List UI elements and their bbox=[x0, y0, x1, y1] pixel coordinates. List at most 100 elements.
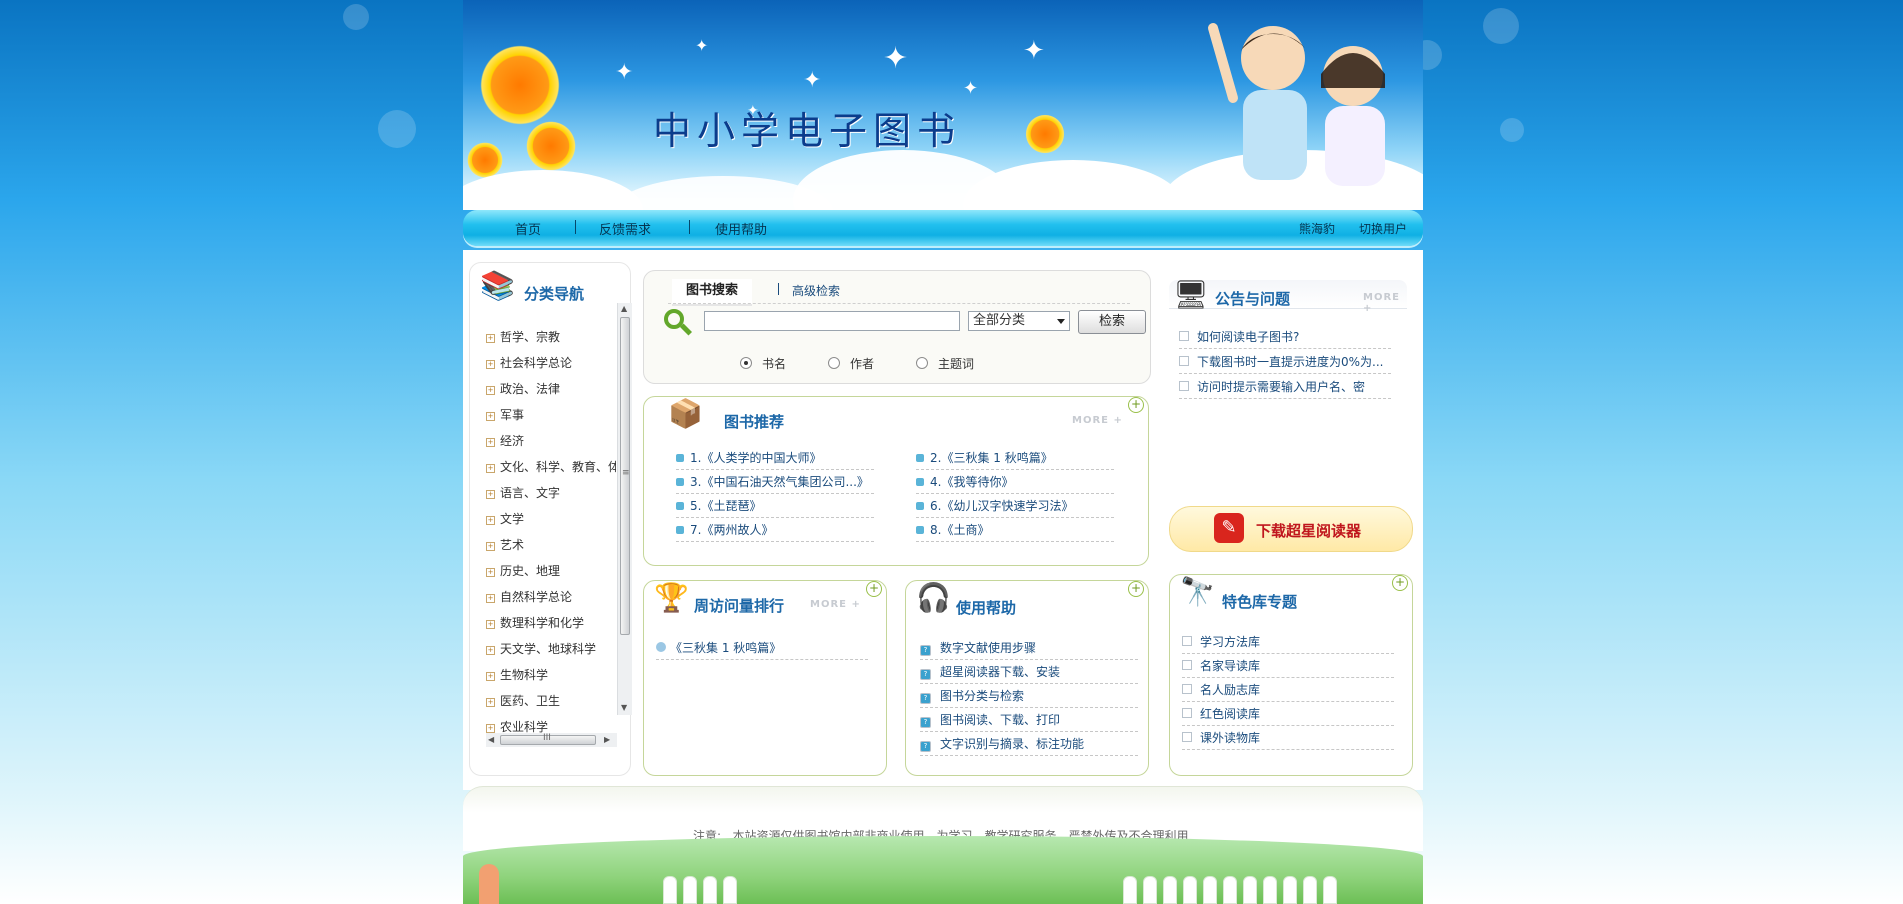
announce-item[interactable]: 访问时提示需要输入用户名、密 bbox=[1179, 378, 1391, 399]
help-item[interactable]: ? 文字识别与摘录、标注功能 bbox=[920, 735, 1138, 756]
recommend-item[interactable]: 3.《中国石油天然气集团公司...》 bbox=[676, 473, 874, 494]
download-reader-button[interactable]: ✎ 下载超星阅读器 bbox=[1169, 506, 1413, 552]
sidebar-item[interactable]: + 自然科学总论 bbox=[486, 588, 572, 605]
sidebar-item[interactable]: + 文学 bbox=[486, 510, 524, 527]
sidebar-box: 📚 分类导航 + 哲学、宗教 + 社会科学总论 + 政治、法律 + 军事 + 经济 + 文化… bbox=[469, 262, 632, 776]
announce-item[interactable]: 如何阅读电子图书? bbox=[1179, 328, 1391, 349]
recommend-item[interactable]: 1.《人类学的中国大师》 bbox=[676, 449, 874, 470]
nav-switch-user[interactable]: 切换用户 bbox=[1359, 220, 1407, 237]
weekly-more-link[interactable]: MORE + bbox=[810, 599, 861, 610]
scroll-thumb-vertical[interactable]: ≡ bbox=[620, 317, 630, 635]
tower-icon bbox=[479, 864, 499, 904]
sidebar-scrollbar-horizontal[interactable]: ◀ III ▶ bbox=[486, 733, 617, 747]
recommend-item[interactable]: 2.《三秋集 1 秋鸣篇》 bbox=[916, 449, 1114, 470]
sidebar-item[interactable]: + 社会科学总论 bbox=[486, 354, 572, 371]
announce-item-label: 下载图书时一直提示进度为0%为... bbox=[1197, 355, 1384, 369]
expand-plus-icon: + bbox=[486, 516, 495, 525]
scroll-left-icon[interactable]: ◀ bbox=[488, 735, 494, 744]
fence-post bbox=[683, 876, 697, 904]
special-item[interactable]: 名家导读库 bbox=[1182, 657, 1394, 678]
recommend-item-label: 7.《两州故人》 bbox=[690, 523, 774, 537]
special-item[interactable]: 课外读物库 bbox=[1182, 729, 1394, 750]
radio-icon[interactable] bbox=[740, 357, 752, 369]
sidebar-item[interactable]: + 历史、地理 bbox=[486, 562, 560, 579]
recommend-item-label: 5.《土琵琶》 bbox=[690, 499, 762, 513]
scroll-thumb-horizontal[interactable]: III bbox=[500, 733, 596, 745]
announce-more-link[interactable]: MORE + bbox=[1363, 292, 1407, 314]
bg-bubble bbox=[343, 4, 369, 30]
sparkle-icon: ✦ bbox=[803, 68, 822, 93]
fence-post bbox=[1243, 876, 1257, 904]
sidebar-item[interactable]: + 哲学、宗教 bbox=[486, 328, 560, 345]
expand-plus-icon: + bbox=[486, 568, 495, 577]
recommend-item-label: 4.《我等待你》 bbox=[930, 475, 1014, 489]
recommend-item[interactable]: 5.《土琵琶》 bbox=[676, 497, 874, 518]
sidebar-item[interactable]: + 艺术 bbox=[486, 536, 524, 553]
scroll-down-icon[interactable]: ▼ bbox=[621, 703, 627, 712]
radio-subject[interactable]: 主题词 bbox=[916, 355, 974, 372]
plus-circle-icon[interactable]: + bbox=[1392, 575, 1408, 591]
sidebar-item[interactable]: + 数理科学和化学 bbox=[486, 614, 584, 631]
nav-help[interactable]: 使用帮助 bbox=[715, 219, 767, 238]
podium-icon: 🏆 bbox=[654, 581, 689, 614]
nav-user[interactable]: 熊海豹 bbox=[1299, 220, 1335, 237]
help-item[interactable]: ? 图书阅读、下载、打印 bbox=[920, 711, 1138, 732]
help-item[interactable]: ? 超星阅读器下载、安装 bbox=[920, 663, 1138, 684]
sidebar-item[interactable]: + 语言、文字 bbox=[486, 484, 560, 501]
search-input[interactable] bbox=[704, 311, 960, 331]
special-item[interactable]: 红色阅读库 bbox=[1182, 705, 1394, 726]
plus-circle-icon[interactable]: + bbox=[1128, 397, 1144, 413]
sidebar-item[interactable]: + 经济 bbox=[486, 432, 524, 449]
help-item[interactable]: ? 数字文献使用步骤 bbox=[920, 639, 1138, 660]
radio-icon[interactable] bbox=[916, 357, 928, 369]
tab-advanced-search[interactable]: 高级检索 bbox=[792, 282, 840, 299]
plus-circle-icon[interactable]: + bbox=[866, 581, 882, 597]
sidebar-item[interactable]: + 生物科学 bbox=[486, 666, 548, 683]
announce-item[interactable]: 下载图书时一直提示进度为0%为... bbox=[1179, 353, 1391, 374]
plus-circle-icon[interactable]: + bbox=[1128, 581, 1144, 597]
scroll-right-icon[interactable]: ▶ bbox=[604, 735, 610, 744]
sparkle-icon: ✦ bbox=[1023, 36, 1045, 66]
weekly-item[interactable]: 《三秋集 1 秋鸣篇》 bbox=[656, 639, 868, 660]
recommend-item[interactable]: 4.《我等待你》 bbox=[916, 473, 1114, 494]
sidebar-item[interactable]: + 天文学、地球科学 bbox=[486, 640, 596, 657]
nav-home[interactable]: 首页 bbox=[515, 219, 541, 238]
sunflower-icon bbox=[475, 40, 565, 130]
sparkle-icon: ✦ bbox=[963, 78, 979, 99]
bullet-square-icon bbox=[1182, 660, 1192, 670]
help-item[interactable]: ? 图书分类与检索 bbox=[920, 687, 1138, 708]
sidebar-item[interactable]: + 政治、法律 bbox=[486, 380, 560, 397]
radio-author[interactable]: 作者 bbox=[828, 355, 874, 372]
fence-post bbox=[1203, 876, 1217, 904]
help-item-label: 图书阅读、下载、打印 bbox=[940, 713, 1061, 727]
sidebar-item[interactable]: + 文化、科学、教育、体 bbox=[486, 458, 616, 475]
fence-post bbox=[1263, 876, 1277, 904]
help-item-label: 数字文献使用步骤 bbox=[940, 641, 1037, 655]
category-select[interactable]: 全部分类 bbox=[968, 311, 1070, 331]
recommend-title: 图书推荐 bbox=[724, 413, 785, 431]
bg-bubble bbox=[1500, 118, 1524, 142]
recommend-item[interactable]: 8.《土商》 bbox=[916, 521, 1114, 542]
recommend-item[interactable]: 7.《两州故人》 bbox=[676, 521, 874, 542]
arrow-bullet-icon bbox=[676, 478, 684, 486]
radio-title[interactable]: 书名 bbox=[740, 355, 786, 372]
fence-post bbox=[1283, 876, 1297, 904]
bullet-square-icon bbox=[1182, 684, 1192, 694]
arrow-bullet-icon bbox=[916, 526, 924, 534]
sidebar-item[interactable]: + 医药、卫生 bbox=[486, 692, 560, 709]
special-item[interactable]: 名人励志库 bbox=[1182, 681, 1394, 702]
radio-icon[interactable] bbox=[828, 357, 840, 369]
tab-search[interactable]: 图书搜索 bbox=[672, 279, 753, 306]
sidebar-item[interactable]: + 军事 bbox=[486, 406, 524, 423]
question-icon: ? bbox=[920, 741, 931, 752]
sidebar-scrollbar-vertical[interactable]: ▲ ≡ ▼ bbox=[617, 303, 632, 715]
recommend-more-link[interactable]: MORE + bbox=[1072, 415, 1123, 426]
sidebar-item-label: 文学 bbox=[500, 512, 525, 526]
search-button[interactable]: 检索 bbox=[1078, 310, 1146, 334]
fence-post bbox=[1163, 876, 1177, 904]
scroll-up-icon[interactable]: ▲ bbox=[621, 304, 627, 313]
nav-feedback[interactable]: 反馈需求 bbox=[599, 219, 651, 238]
recommend-item[interactable]: 6.《幼儿汉字快速学习法》 bbox=[916, 497, 1114, 518]
expand-plus-icon: + bbox=[486, 594, 495, 603]
special-item[interactable]: 学习方法库 bbox=[1182, 633, 1394, 654]
